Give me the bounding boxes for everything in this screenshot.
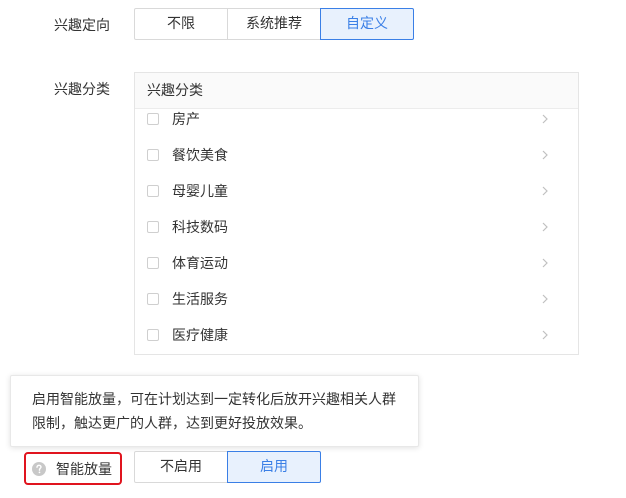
smart-expand-label: 智能放量 <box>56 461 112 478</box>
smart-expand-tooltip: 启用智能放量，可在计划达到一定转化后放开兴趣相关人群 限制，触达更广的人群，达到… <box>10 375 419 447</box>
category-checkbox[interactable] <box>147 329 159 341</box>
interest-option-unlimited[interactable]: 不限 <box>134 8 228 40</box>
category-label: 房产 <box>172 112 200 128</box>
interest-category-panel-header: 兴趣分类 <box>135 73 578 109</box>
smart-expand-segment: 不启用 启用 <box>134 451 321 483</box>
chevron-right-icon <box>542 330 548 340</box>
chevron-right-icon <box>542 150 548 160</box>
interest-targeting-segment: 不限 系统推荐 自定义 <box>134 8 414 40</box>
category-item-mother-baby[interactable]: 母婴儿童 <box>135 173 578 209</box>
category-item-medical-health[interactable]: 医疗健康 <box>135 317 578 353</box>
smart-expand-option-enable[interactable]: 启用 <box>227 451 321 483</box>
interest-category-list[interactable]: 房产 餐饮美食 母婴儿童 科技数码 体育运动 生活服务 医疗健康 <box>135 109 578 354</box>
chevron-right-icon <box>542 258 548 268</box>
category-checkbox[interactable] <box>147 257 159 269</box>
tooltip-line-2: 限制，触达更广的人群，达到更好投放效果。 <box>32 416 312 432</box>
chevron-right-icon <box>542 222 548 232</box>
tooltip-line-1: 启用智能放量，可在计划达到一定转化后放开兴趣相关人群 <box>32 392 396 408</box>
category-label: 体育运动 <box>172 256 228 272</box>
category-label: 医疗健康 <box>172 328 228 344</box>
category-checkbox[interactable] <box>147 149 159 161</box>
category-item-real-estate[interactable]: 房产 <box>135 109 578 137</box>
interest-option-system-recommend[interactable]: 系统推荐 <box>227 8 321 40</box>
category-checkbox[interactable] <box>147 113 159 125</box>
interest-category-label: 兴趣分类 <box>54 82 110 98</box>
category-checkbox[interactable] <box>147 185 159 197</box>
smart-expand-label-highlight: 智能放量 <box>24 452 122 485</box>
chevron-right-icon <box>542 114 548 124</box>
category-item-food[interactable]: 餐饮美食 <box>135 137 578 173</box>
category-checkbox[interactable] <box>147 221 159 233</box>
category-item-life-services[interactable]: 生活服务 <box>135 281 578 317</box>
chevron-right-icon <box>542 186 548 196</box>
category-label: 科技数码 <box>172 220 228 236</box>
interest-option-custom[interactable]: 自定义 <box>320 8 414 40</box>
chevron-right-icon <box>542 294 548 304</box>
question-circle-icon[interactable] <box>32 461 46 476</box>
category-item-tech-digital[interactable]: 科技数码 <box>135 209 578 245</box>
category-item-sports[interactable]: 体育运动 <box>135 245 578 281</box>
category-label: 母婴儿童 <box>172 184 228 200</box>
category-label: 生活服务 <box>172 292 228 308</box>
interest-targeting-label: 兴趣定向 <box>54 18 110 34</box>
interest-category-panel: 兴趣分类 房产 餐饮美食 母婴儿童 科技数码 体育运动 生活服务 医疗健康 <box>134 72 579 355</box>
smart-expand-option-disable[interactable]: 不启用 <box>134 451 228 483</box>
category-label: 餐饮美食 <box>172 148 228 164</box>
category-checkbox[interactable] <box>147 293 159 305</box>
